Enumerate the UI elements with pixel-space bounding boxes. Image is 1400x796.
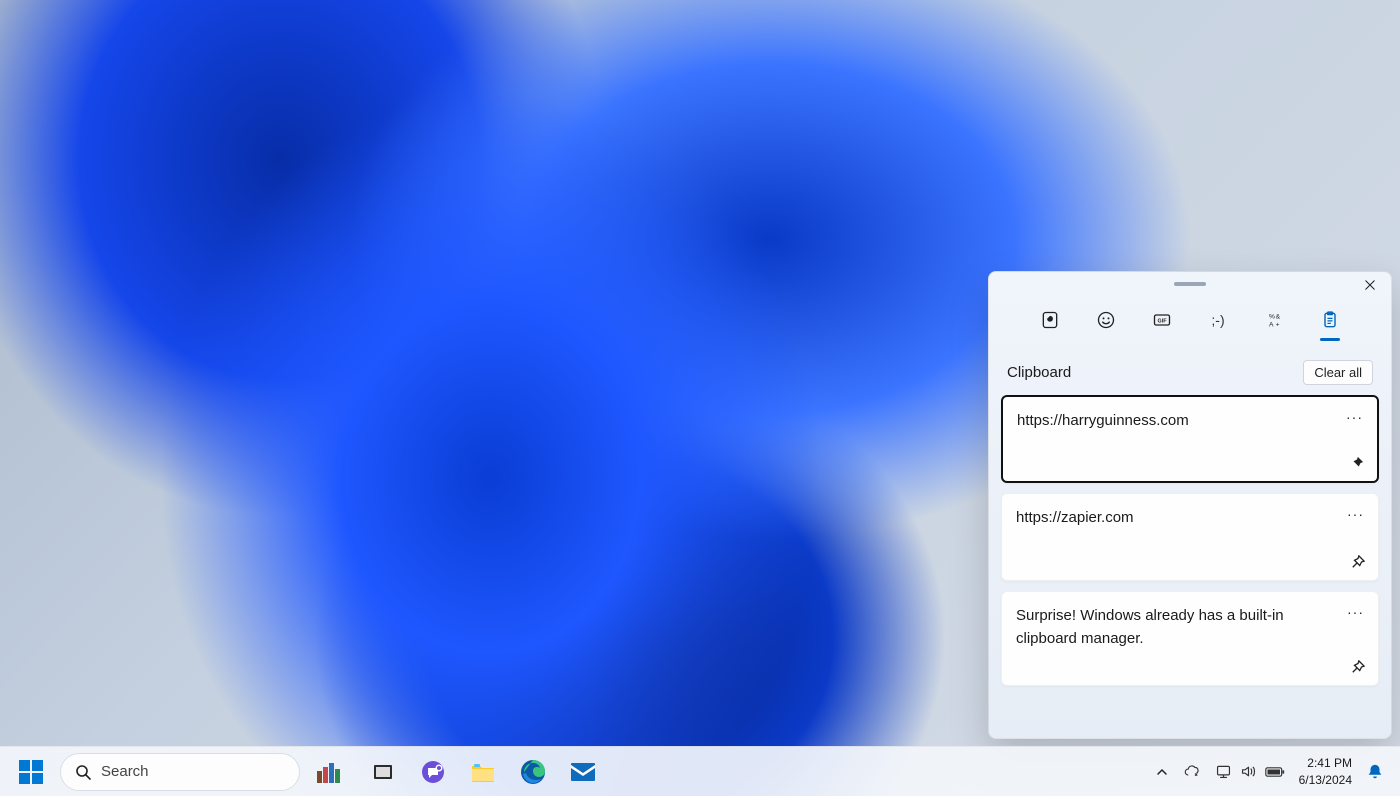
clock-button[interactable]: 2:41 PM 6/13/2024 bbox=[1295, 755, 1356, 787]
taskbar-app-mail[interactable] bbox=[562, 751, 604, 793]
time-label: 2:41 PM bbox=[1307, 755, 1352, 771]
tab-clipboard[interactable] bbox=[1316, 306, 1344, 334]
search-placeholder: Search bbox=[101, 763, 149, 780]
section-header: Clipboard Clear all bbox=[989, 346, 1391, 395]
system-tray[interactable] bbox=[1209, 753, 1291, 791]
network-icon bbox=[1215, 763, 1232, 780]
date-label: 6/13/2024 bbox=[1299, 772, 1352, 788]
drag-handle[interactable] bbox=[1174, 282, 1206, 286]
clipboard-item[interactable]: Surprise! Windows already has a built-in… bbox=[1001, 591, 1379, 686]
taskbar-app-edge[interactable] bbox=[512, 751, 554, 793]
pin-icon[interactable] bbox=[1348, 552, 1368, 572]
search-box[interactable]: Search bbox=[60, 753, 300, 791]
tray-overflow-button[interactable] bbox=[1149, 753, 1175, 791]
tab-recent[interactable] bbox=[1036, 306, 1064, 334]
widgets-button[interactable] bbox=[308, 753, 354, 791]
windows-logo-icon bbox=[19, 760, 43, 784]
close-button[interactable] bbox=[1355, 274, 1385, 296]
tab-emoji[interactable] bbox=[1092, 306, 1120, 334]
battery-icon bbox=[1265, 765, 1285, 779]
notifications-button[interactable] bbox=[1360, 753, 1390, 791]
taskbar-left: Search bbox=[10, 751, 604, 793]
clipboard-item[interactable]: https://zapier.com ··· bbox=[1001, 493, 1379, 581]
taskbar-right: 2:41 PM 6/13/2024 bbox=[1149, 753, 1390, 791]
taskbar-app-explorer[interactable] bbox=[462, 751, 504, 793]
more-icon[interactable]: ··· bbox=[1343, 600, 1368, 626]
clear-all-button[interactable]: Clear all bbox=[1303, 360, 1373, 385]
taskbar: Search 2:4 bbox=[0, 746, 1400, 796]
onedrive-icon[interactable] bbox=[1179, 753, 1205, 791]
search-icon bbox=[75, 764, 91, 780]
panel-title: Clipboard bbox=[1007, 364, 1071, 381]
tab-symbols[interactable]: %&A+ bbox=[1260, 306, 1288, 334]
clipboard-item-text: https://zapier.com bbox=[1016, 509, 1134, 526]
more-icon[interactable]: ··· bbox=[1342, 405, 1367, 431]
tab-kaomoji[interactable]: ;-) bbox=[1204, 306, 1232, 334]
clipboard-item-text: Surprise! Windows already has a built-in… bbox=[1016, 607, 1284, 647]
tab-gif[interactable]: GIF bbox=[1148, 306, 1176, 334]
panel-tabs: GIF ;-) %&A+ bbox=[989, 296, 1391, 346]
taskbar-app-chat[interactable] bbox=[412, 751, 454, 793]
volume-icon bbox=[1240, 763, 1257, 780]
svg-text:%: % bbox=[1269, 313, 1275, 320]
clipboard-item[interactable]: https://harryguinness.com ··· bbox=[1001, 395, 1379, 483]
start-button[interactable] bbox=[10, 751, 52, 793]
more-icon[interactable]: ··· bbox=[1343, 502, 1368, 528]
pin-icon[interactable] bbox=[1348, 657, 1368, 677]
clipboard-items[interactable]: https://harryguinness.com ··· https://za… bbox=[989, 395, 1391, 738]
svg-text:A: A bbox=[1269, 322, 1274, 329]
task-view-button[interactable] bbox=[362, 751, 404, 793]
panel-titlebar bbox=[989, 272, 1391, 296]
svg-text:GIF: GIF bbox=[1157, 319, 1167, 325]
svg-text:+: + bbox=[1276, 322, 1280, 329]
emoji-clipboard-panel: GIF ;-) %&A+ Clipboard Clear all https:/… bbox=[988, 271, 1392, 739]
pin-icon[interactable] bbox=[1347, 453, 1367, 473]
svg-text:&: & bbox=[1276, 313, 1281, 320]
clipboard-item-text: https://harryguinness.com bbox=[1017, 412, 1189, 429]
